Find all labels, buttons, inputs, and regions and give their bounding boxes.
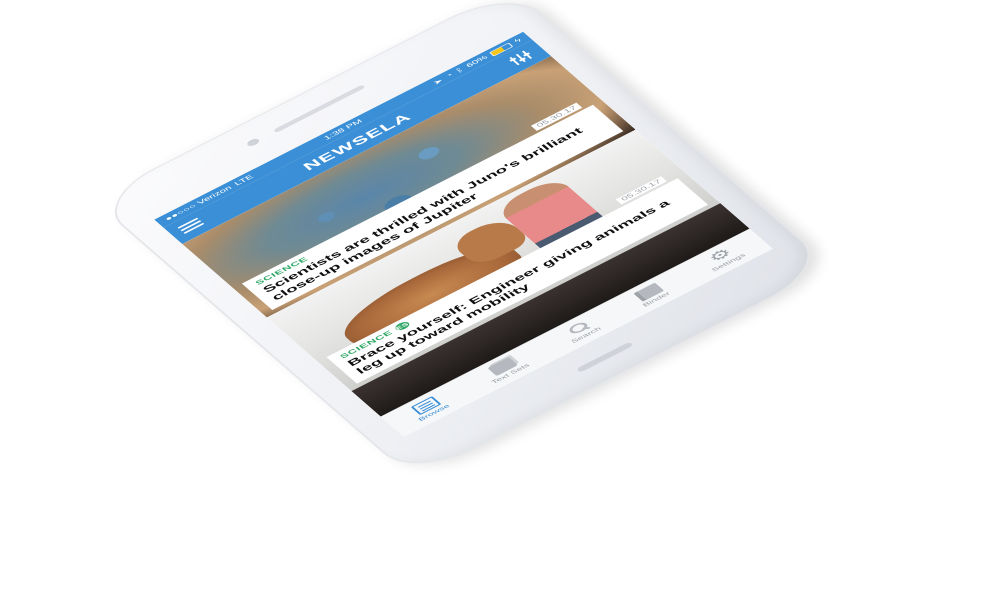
sliders-icon[interactable] [506,49,535,67]
device-mockup: ●●○○○ Verizon LTE 1:38 PM ➤ ◔ ᛒ 60% ϟ NE… [0,0,999,595]
app-screen: ●●○○○ Verizon LTE 1:38 PM ➤ ◔ ᛒ 60% ϟ NE… [154,31,773,437]
front-camera [245,137,262,148]
tab-search[interactable]: Search [559,317,603,344]
lightning-port [576,341,634,373]
charging-icon: ϟ [512,37,524,45]
bluetooth-icon: ᛒ [454,66,466,75]
alarm-icon: ◔ [443,71,455,80]
phone: ●●○○○ Verizon LTE 1:38 PM ➤ ◔ ᛒ 60% ϟ NE… [92,0,833,480]
phone-body: ●●○○○ Verizon LTE 1:38 PM ➤ ◔ ᛒ 60% ϟ NE… [92,0,833,480]
list-icon[interactable] [177,217,205,235]
tab-binder[interactable]: Binder [631,282,672,308]
